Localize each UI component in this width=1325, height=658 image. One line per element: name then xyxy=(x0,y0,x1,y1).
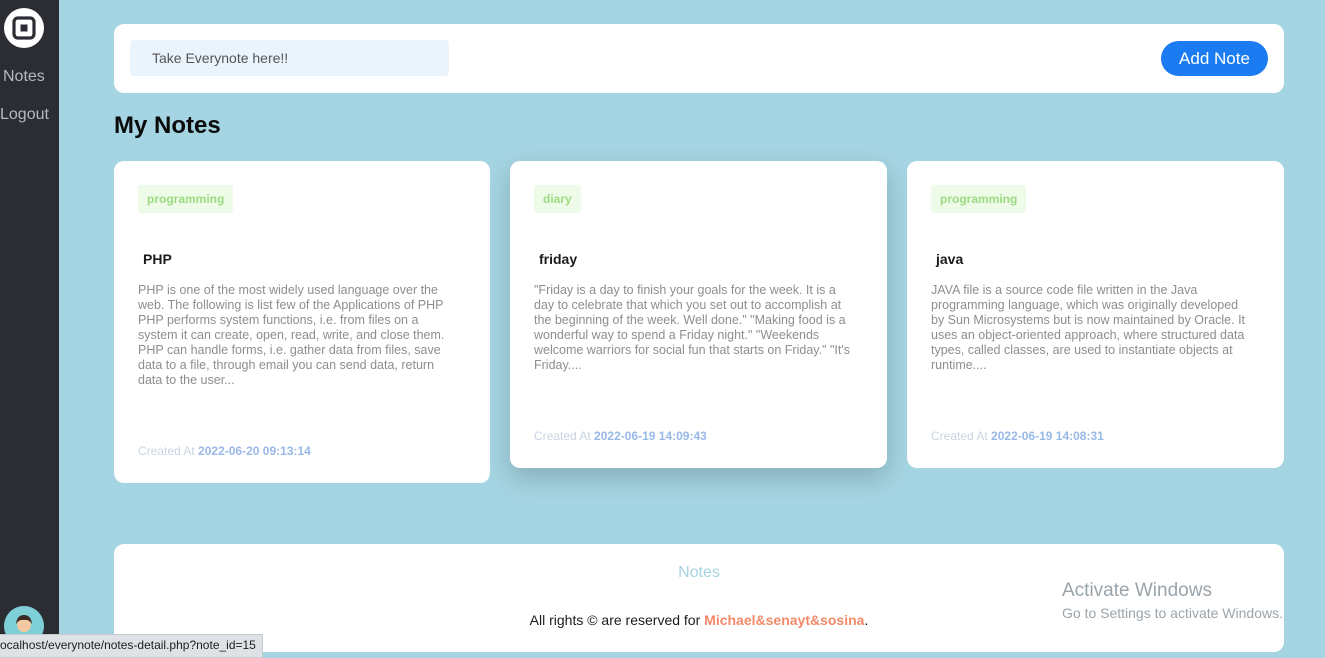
watermark-subtitle: Go to Settings to activate Windows. xyxy=(1062,605,1283,621)
note-title: PHP xyxy=(143,251,172,267)
created-date: 2022-06-19 14:09:43 xyxy=(594,429,707,443)
note-input[interactable] xyxy=(130,40,449,76)
note-composer: Add Note xyxy=(114,24,1284,93)
created-date: 2022-06-19 14:08:31 xyxy=(991,429,1104,443)
note-tag: programming xyxy=(138,185,234,213)
note-tag: diary xyxy=(534,185,581,213)
add-note-button[interactable]: Add Note xyxy=(1161,41,1268,76)
created-label: Created At xyxy=(931,429,988,443)
note-body: PHP is one of the most widely used langu… xyxy=(138,283,445,387)
sidebar-item-logout[interactable]: Logout xyxy=(0,106,59,124)
created-label: Created At xyxy=(138,444,195,458)
note-body: "Friday is a day to finish your goals fo… xyxy=(534,283,850,372)
square-logo-icon[interactable] xyxy=(4,8,44,48)
windows-activation-watermark: Activate Windows Go to Settings to activ… xyxy=(1062,580,1283,621)
note-title: java xyxy=(936,251,964,267)
authors-link[interactable]: Michael&senayt&sosina xyxy=(704,612,864,628)
created-label: Created At xyxy=(534,429,591,443)
rights-suffix: . xyxy=(864,612,869,628)
page-title: My Notes xyxy=(114,112,221,139)
note-tag: programming xyxy=(931,185,1027,213)
note-created: Created At 2022-06-19 14:08:31 xyxy=(931,429,1104,443)
sidebar-item-notes[interactable]: Notes xyxy=(3,68,62,86)
note-created: Created At 2022-06-19 14:09:43 xyxy=(534,429,707,443)
watermark-title: Activate Windows xyxy=(1062,580,1212,601)
note-card[interactable]: diary friday "Friday is a day to finish … xyxy=(510,161,887,468)
note-created: Created At 2022-06-20 09:13:14 xyxy=(138,444,311,458)
created-date: 2022-06-20 09:13:14 xyxy=(198,444,311,458)
sidebar: Notes Logout xyxy=(0,0,59,656)
note-title: friday xyxy=(539,251,578,267)
status-bar-url: ocalhost/everynote/notes-detail.php?note… xyxy=(0,634,263,658)
note-card[interactable]: programming java JAVA file is a source c… xyxy=(907,161,1284,468)
note-card[interactable]: programming PHP PHP is one of the most w… xyxy=(114,161,490,483)
rights-text: All rights © are reserved for xyxy=(529,612,701,628)
note-body: JAVA file is a source code file written … xyxy=(931,283,1246,372)
